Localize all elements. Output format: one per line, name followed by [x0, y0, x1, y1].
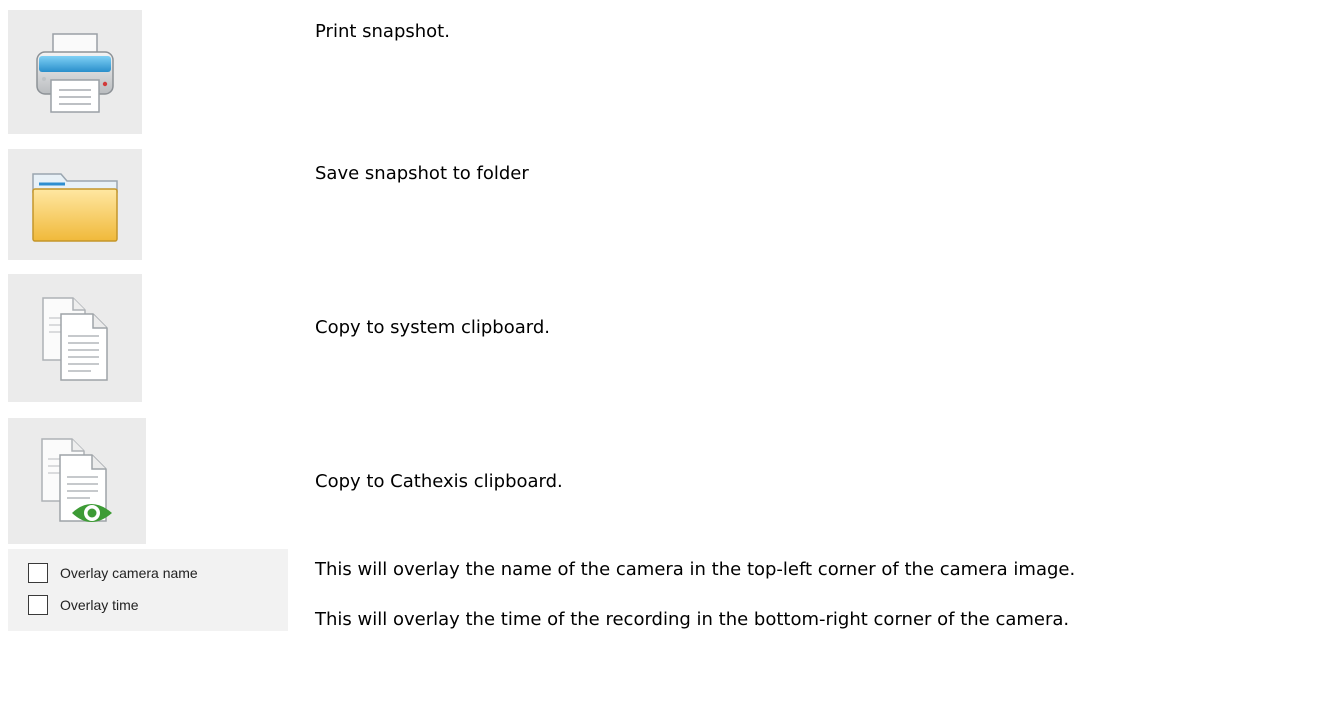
overlay-camera-name-description: This will overlay the name of the camera…: [315, 559, 1076, 580]
print-snapshot-button[interactable]: [8, 10, 142, 134]
overlay-time-option[interactable]: Overlay time: [28, 595, 139, 615]
copy-with-eye-icon: [41, 438, 112, 522]
print-snapshot-description: Print snapshot.: [315, 21, 450, 42]
overlay-camera-name-option[interactable]: Overlay camera name: [28, 563, 198, 583]
copy-system-clipboard-button[interactable]: [8, 274, 142, 402]
overlay-camera-name-checkbox[interactable]: [28, 563, 48, 583]
overlay-time-label: Overlay time: [60, 597, 139, 613]
copy-system-clipboard-description: Copy to system clipboard.: [315, 317, 550, 338]
copy-cathexis-clipboard-description: Copy to Cathexis clipboard.: [315, 471, 563, 492]
overlay-camera-name-label: Overlay camera name: [60, 565, 198, 581]
overlay-time-description: This will overlay the time of the record…: [315, 609, 1070, 630]
copy-cathexis-clipboard-button[interactable]: [8, 418, 146, 544]
save-to-folder-button[interactable]: [8, 149, 142, 260]
save-to-folder-description: Save snapshot to folder: [315, 163, 529, 184]
copy-documents-icon: [42, 297, 108, 381]
folder-icon: [32, 172, 118, 242]
overlay-time-checkbox[interactable]: [28, 595, 48, 615]
printer-icon: [36, 33, 114, 113]
overlay-options-panel: Overlay camera name Overlay time: [8, 549, 288, 631]
